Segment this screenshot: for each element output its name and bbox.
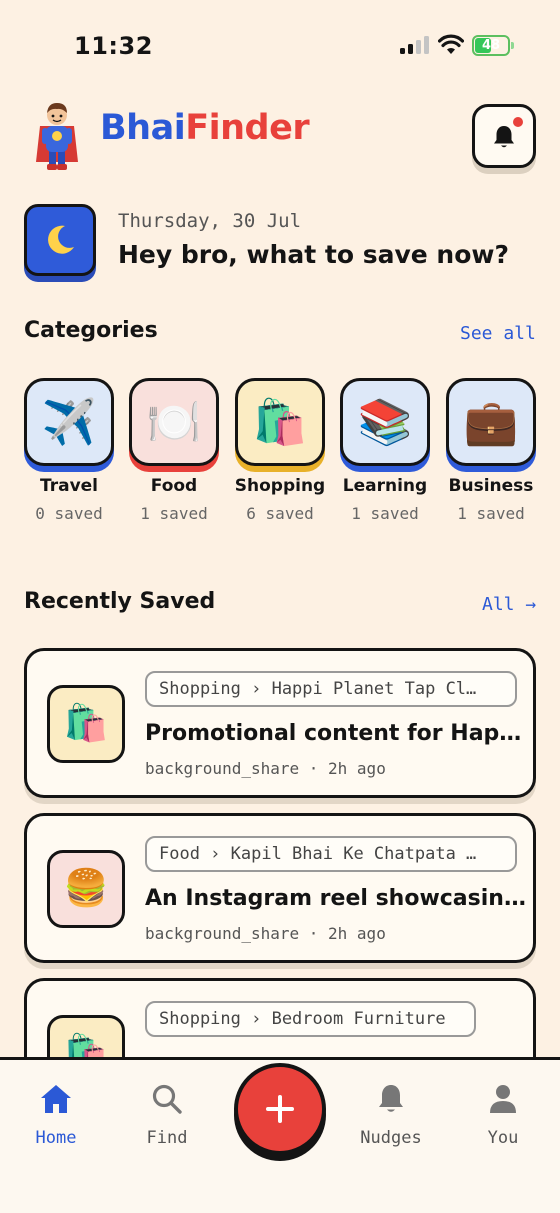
category-count: 1 saved xyxy=(351,504,419,523)
card-icon-tile: 🍔 xyxy=(47,850,125,928)
category-count: 1 saved xyxy=(140,504,208,523)
nav-label: You xyxy=(487,1128,519,1148)
battery-tip xyxy=(511,42,514,49)
search-icon xyxy=(152,1084,182,1114)
signal-icon xyxy=(400,36,430,54)
category-count: 1 saved xyxy=(457,504,525,523)
status-bar: 11:32 48 xyxy=(0,0,560,90)
category-tile: ✈️ xyxy=(24,378,114,466)
category-count: 0 saved xyxy=(35,504,103,523)
brand-part-1: Bhai xyxy=(100,108,186,148)
status-time: 11:32 xyxy=(74,32,153,60)
moon-icon xyxy=(48,225,74,254)
battery-icon: 48 xyxy=(472,35,510,56)
all-recent-link[interactable]: All → xyxy=(482,594,536,615)
nav-label: Nudges xyxy=(360,1128,422,1148)
battery-percent: 48 xyxy=(481,38,501,53)
category-business[interactable]: 💼 Business 1 saved xyxy=(444,378,538,523)
nav-label: Find xyxy=(146,1128,188,1148)
greeting-title: Hey bro, what to save now? xyxy=(118,240,510,269)
nav-home[interactable]: Home xyxy=(11,1082,101,1148)
card-breadcrumb: Shopping › Bedroom Furniture xyxy=(145,1001,476,1037)
recently-saved-title: Recently Saved xyxy=(24,589,216,614)
see-all-categories-link[interactable]: See all xyxy=(460,323,536,344)
plate-icon: 🍽️ xyxy=(146,397,202,448)
card-title: Promotional content for Hap… xyxy=(145,721,522,746)
briefcase-icon: 💼 xyxy=(463,397,519,448)
category-learning[interactable]: 📚 Learning 1 saved xyxy=(338,378,432,523)
saved-item-card[interactable]: 🛍️ Shopping › Happi Planet Tap Cl… Promo… xyxy=(24,648,536,798)
burger-icon: 🍔 xyxy=(63,868,109,909)
card-breadcrumb: Shopping › Happi Planet Tap Cl… xyxy=(145,671,517,707)
plus-icon xyxy=(266,1095,294,1123)
category-name: Shopping xyxy=(234,476,326,496)
shopping-bags-icon: 🛍️ xyxy=(63,703,109,744)
category-tile: 🛍️ xyxy=(235,378,325,466)
home-icon xyxy=(41,1085,71,1113)
saved-item-card[interactable]: 🍔 Food › Kapil Bhai Ke Chatpata … An Ins… xyxy=(24,813,536,963)
person-icon xyxy=(490,1085,516,1113)
bell-icon xyxy=(379,1085,403,1112)
category-travel[interactable]: ✈️ Travel 0 saved xyxy=(22,378,116,523)
category-name: Business xyxy=(448,476,534,496)
app-brand: BhaiFinder xyxy=(100,108,310,148)
category-tile: 💼 xyxy=(446,378,536,466)
card-meta: background_share · 2h ago xyxy=(145,924,386,943)
nav-label: Home xyxy=(35,1128,77,1148)
card-breadcrumb: Food › Kapil Bhai Ke Chatpata … xyxy=(145,836,517,872)
category-name: Food xyxy=(150,476,198,496)
wifi-icon xyxy=(438,34,464,54)
shopping-bags-icon: 🛍️ xyxy=(252,397,308,448)
superhero-mascot-icon xyxy=(36,103,78,170)
categories-title: Categories xyxy=(24,318,158,343)
category-count: 6 saved xyxy=(246,504,314,523)
card-meta: background_share · 2h ago xyxy=(145,759,386,778)
card-icon-tile: 🛍️ xyxy=(47,685,125,763)
greeting-moon-tile xyxy=(24,204,96,276)
bell-icon xyxy=(494,126,514,148)
category-name: Travel xyxy=(39,476,99,496)
notifications-button[interactable] xyxy=(472,104,536,168)
nav-you[interactable]: You xyxy=(458,1082,548,1148)
books-icon: 📚 xyxy=(357,397,413,448)
brand-part-2: Finder xyxy=(185,108,310,148)
category-name: Learning xyxy=(342,476,428,496)
airplane-icon: ✈️ xyxy=(41,397,97,448)
nav-find[interactable]: Find xyxy=(122,1082,212,1148)
greeting-date: Thursday, 30 Jul xyxy=(118,210,302,232)
nav-nudges[interactable]: Nudges xyxy=(346,1082,436,1148)
add-button[interactable] xyxy=(234,1063,326,1155)
category-shopping[interactable]: 🛍️ Shopping 6 saved xyxy=(233,378,327,523)
category-tile: 📚 xyxy=(340,378,430,466)
category-food[interactable]: 🍽️ Food 1 saved xyxy=(127,378,221,523)
notification-badge xyxy=(513,117,523,127)
category-tile: 🍽️ xyxy=(129,378,219,466)
card-title: An Instagram reel showcasin… xyxy=(145,886,526,911)
